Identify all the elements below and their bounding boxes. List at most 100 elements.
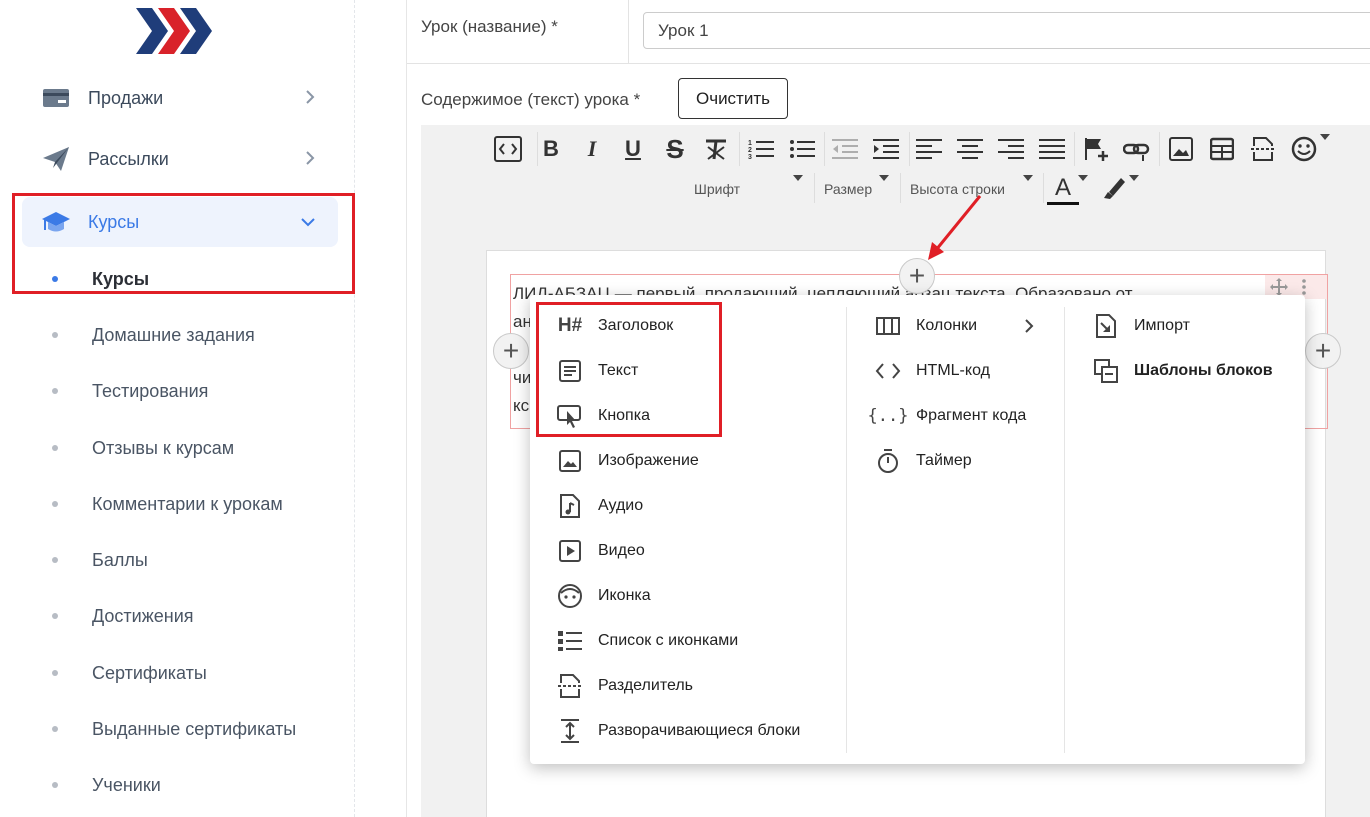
menu-item-video[interactable]: Видео [556,535,645,567]
menu-item-html-code[interactable]: HTML-код [874,355,990,387]
align-justify-icon[interactable] [1036,133,1068,165]
menu-item-image[interactable]: Изображение [556,445,699,477]
menu-item-block-templates[interactable]: Шаблоны блоков [1092,355,1273,387]
source-code-icon[interactable] [492,133,524,165]
menu-item-icon-list[interactable]: Список с иконками [556,625,738,657]
bold-icon[interactable]: B [535,133,567,165]
menu-item-label: Видео [598,542,645,559]
strikethrough-icon[interactable]: S [659,133,691,165]
sub-item-course-reviews[interactable]: Отзывы к курсам [52,433,234,463]
clear-format-icon[interactable] [700,133,732,165]
column-separator [846,307,847,753]
audio-file-icon [556,492,584,520]
nav-item-sales[interactable]: Продажи [22,73,338,123]
bullet-dot [52,332,58,338]
annotation-arrow-icon [928,195,982,260]
caret-down-icon[interactable] [1320,134,1330,140]
plus-icon: + [1314,335,1332,366]
menu-item-label: Список с иконками [598,632,739,649]
caret-down-icon[interactable] [1129,175,1139,181]
code-fragment-icon: {..} [867,406,909,426]
sub-item-certificates[interactable]: Сертификаты [52,658,207,688]
add-block-right-button[interactable]: + [1305,333,1341,369]
menu-item-timer[interactable]: Таймер [874,445,972,477]
sub-item-issued-certificates[interactable]: Выданные сертификаты [52,714,296,744]
svg-text:3: 3 [748,154,752,161]
menu-item-audio[interactable]: Аудио [556,490,643,522]
image-icon [556,447,584,475]
ordered-list-icon[interactable]: 123 [745,133,777,165]
toolbar-separator [814,173,815,203]
lesson-title-label: Урок (название) * [421,17,558,36]
link-icon[interactable] [1121,133,1153,165]
plus-icon: + [502,335,520,366]
highlighter-icon[interactable] [1098,171,1130,203]
image-icon[interactable] [1165,133,1197,165]
menu-item-code-fragment[interactable]: {..} Фрагмент кода [867,400,1027,432]
highlight-box-courses [12,193,355,294]
bullet-dot [52,445,58,451]
sub-item-label: Достижения [92,605,194,626]
nav-item-label: Рассылки [88,148,169,169]
more-vertical-icon[interactable] [1301,277,1307,297]
font-dropdown[interactable]: Шрифт [694,181,740,197]
icon-list-icon [556,627,584,655]
page-break-icon[interactable] [1247,133,1279,165]
menu-item-label: Фрагмент кода [916,407,1027,424]
toolbar-separator [1159,132,1160,166]
emoji-icon[interactable] [1288,133,1320,165]
logo-icon[interactable] [136,8,214,54]
nav-item-mailings[interactable]: Рассылки [22,134,338,184]
table-icon[interactable] [1206,133,1238,165]
sub-item-points[interactable]: Баллы [52,545,148,575]
lesson-title-input[interactable] [643,12,1370,49]
font-color-icon[interactable]: A [1047,173,1079,205]
sub-item-students[interactable]: Ученики [52,770,161,800]
indent-icon[interactable] [870,133,902,165]
align-left-icon[interactable] [913,133,945,165]
add-block-left-button[interactable]: + [493,333,529,369]
toolbar-separator [1043,173,1044,203]
face-icon [556,582,584,610]
unordered-list-icon[interactable] [786,133,818,165]
flag-plus-icon[interactable] [1080,133,1112,165]
caret-down-icon[interactable] [793,175,803,181]
underline-icon[interactable]: U [617,133,649,165]
outdent-icon[interactable] [829,133,861,165]
bullet-dot [52,557,58,563]
sub-item-label: Баллы [92,549,148,570]
menu-item-label: Изображение [598,452,699,469]
highlight-box-basic-blocks [536,302,722,437]
italic-icon[interactable]: I [576,133,608,165]
divider [628,0,629,64]
menu-item-label: Импорт [1134,317,1190,334]
caret-down-icon[interactable] [879,175,889,181]
clear-button[interactable]: Очистить [678,78,788,119]
menu-item-accordion[interactable]: Разворачивающиеся блоки [556,715,800,747]
caret-down-icon[interactable] [1078,175,1088,181]
sub-item-label: Ученики [92,774,161,795]
sub-item-homework[interactable]: Домашние задания [52,320,255,350]
menu-item-label: Разворачивающиеся блоки [598,722,801,739]
menu-item-icon[interactable]: Иконка [556,580,651,612]
menu-item-label: Шаблоны блоков [1134,362,1273,379]
size-dropdown[interactable]: Размер [824,181,872,197]
move-icon[interactable] [1269,277,1289,297]
menu-item-divider[interactable]: Разделитель [556,670,693,702]
sub-item-label: Домашние задания [92,324,255,345]
sub-item-label: Выданные сертификаты [92,718,297,739]
menu-item-import[interactable]: Импорт [1092,310,1190,342]
sub-item-achievements[interactable]: Достижения [52,601,194,631]
chevron-right-icon [306,90,315,104]
sub-item-label: Отзывы к курсам [92,437,235,458]
sub-item-tests[interactable]: Тестирования [52,376,208,406]
caret-down-icon[interactable] [1023,175,1033,181]
align-right-icon[interactable] [995,133,1027,165]
svg-text:2: 2 [748,147,752,154]
sub-item-lesson-comments[interactable]: Комментарии к урокам [52,489,283,519]
templates-icon [1092,357,1120,385]
sub-item-label: Тестирования [92,380,209,401]
align-center-icon[interactable] [954,133,986,165]
bullet-dot [52,726,58,732]
menu-item-columns[interactable]: Колонки [874,310,1034,342]
